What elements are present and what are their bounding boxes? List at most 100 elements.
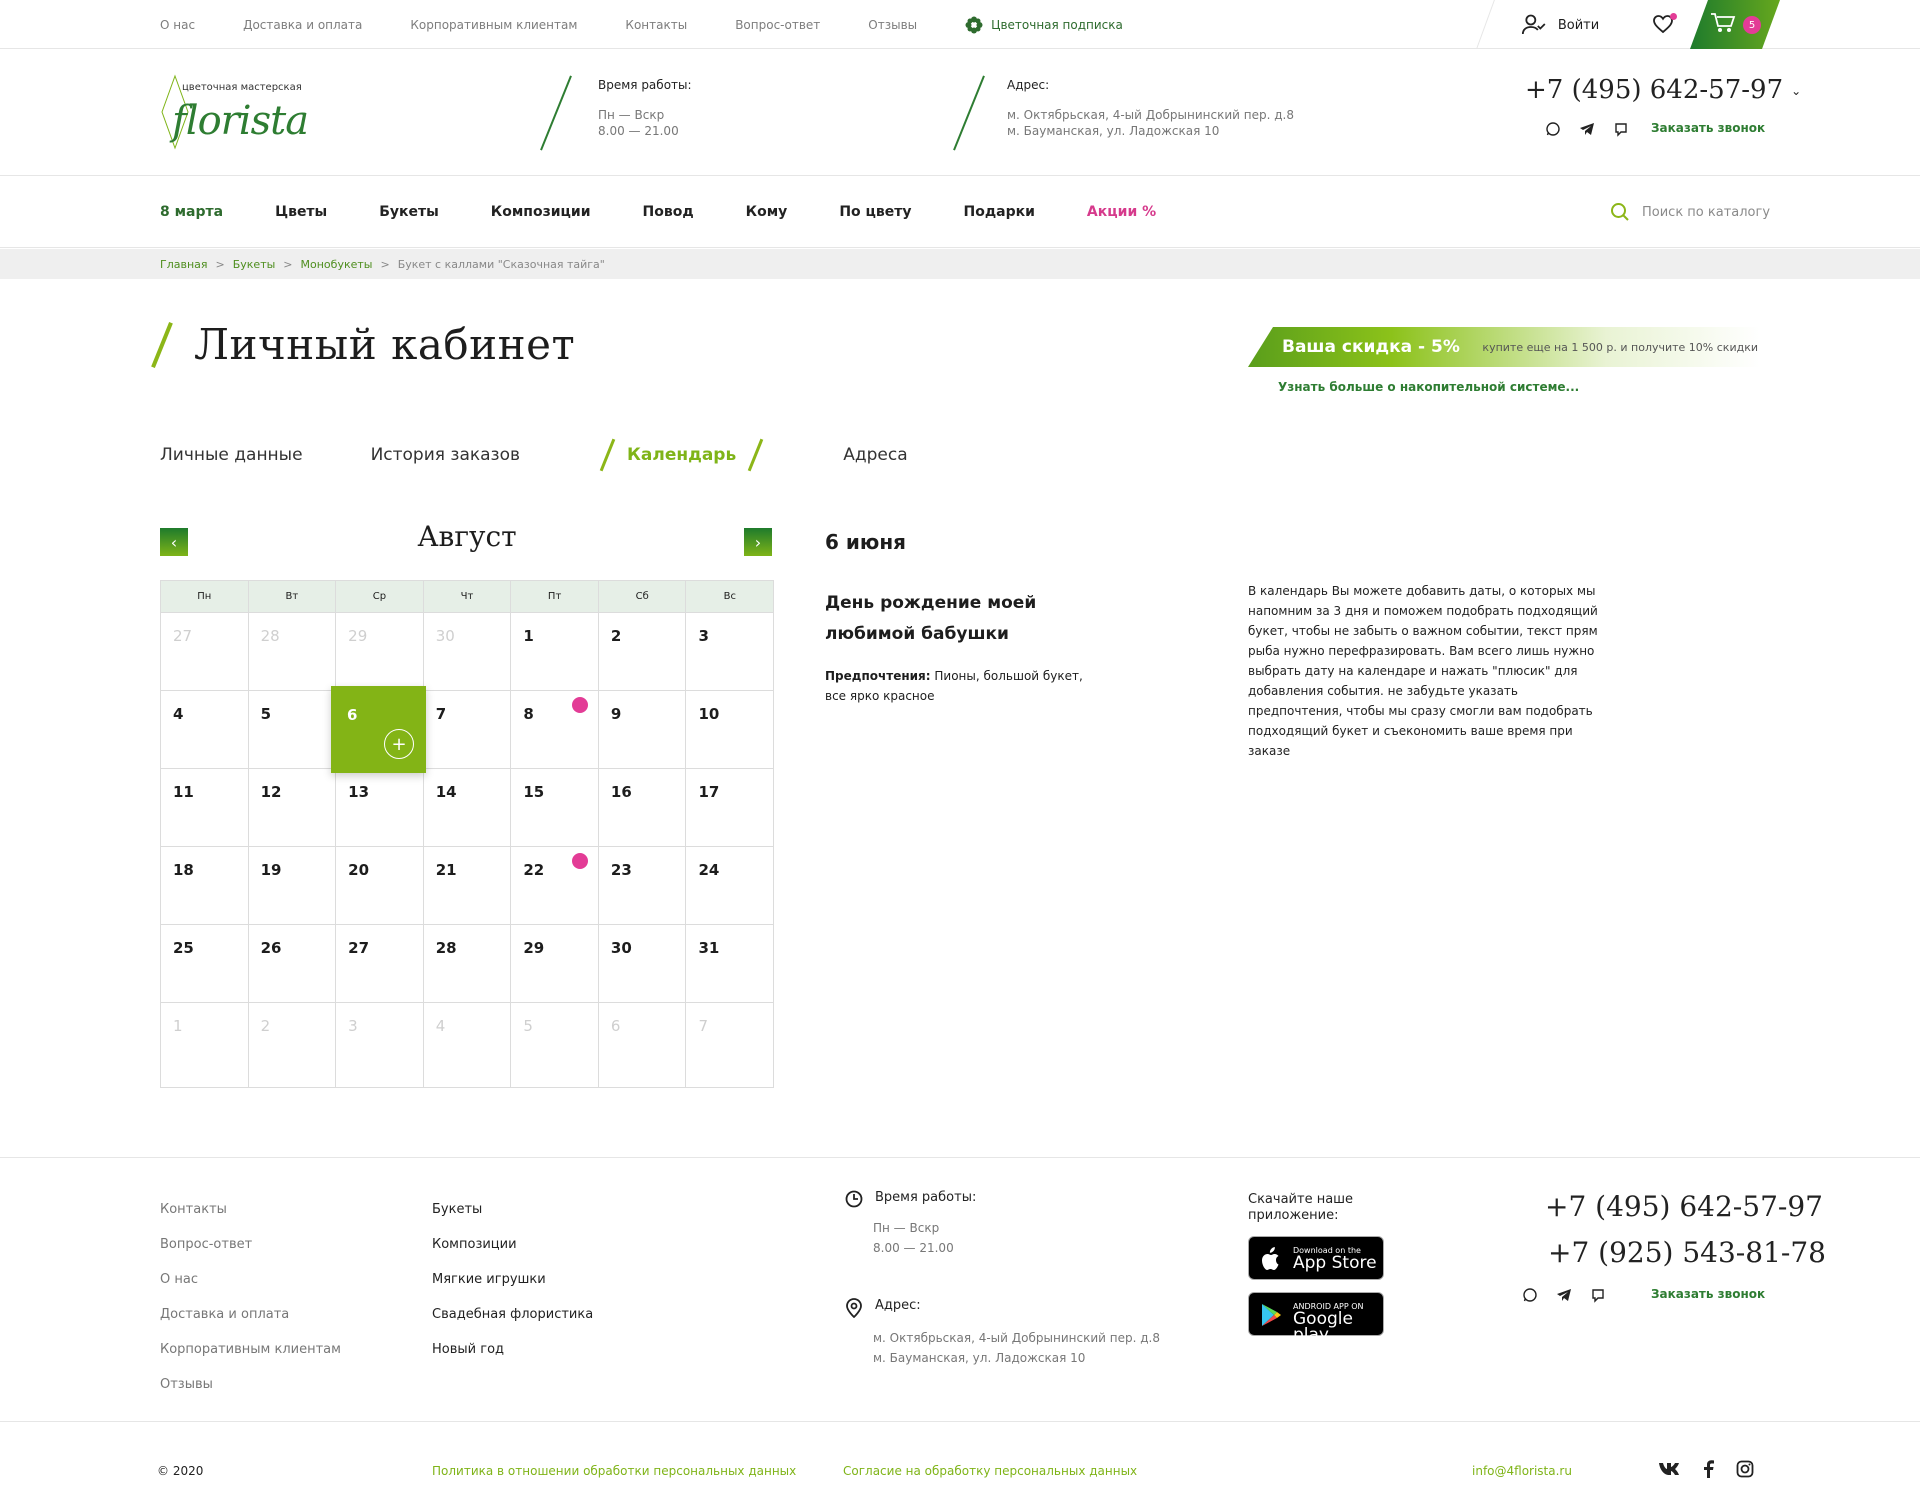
telegram-icon[interactable] [1556, 1287, 1572, 1303]
nav-item-recipient[interactable]: Кому [746, 204, 788, 220]
calendar-day[interactable]: 5 [511, 1003, 599, 1087]
telegram-icon[interactable] [1579, 121, 1595, 137]
breadcrumb-bouquets[interactable]: Букеты [233, 258, 276, 271]
calendar-day[interactable]: 1 [161, 1003, 249, 1087]
calendar-day[interactable]: 16 [599, 769, 687, 846]
nav-item-sales[interactable]: Акции % [1087, 204, 1156, 220]
facebook-icon[interactable] [1702, 1460, 1714, 1478]
vk-icon[interactable] [1658, 1460, 1680, 1476]
nav-item-by-color[interactable]: По цвету [839, 204, 911, 220]
nav-item-bouquets[interactable]: Букеты [379, 204, 439, 220]
nav-item-compositions[interactable]: Композиции [491, 204, 591, 220]
calendar-day[interactable]: 19 [249, 847, 337, 924]
whatsapp-icon[interactable] [1545, 121, 1561, 137]
footer-link[interactable]: Доставка и оплата [160, 1297, 341, 1332]
calendar-day[interactable]: 6 [599, 1003, 687, 1087]
tab-orders[interactable]: История заказов [371, 445, 520, 465]
google-play-button[interactable]: ANDROID APP ON Google play [1248, 1292, 1384, 1344]
calendar-day-with-event[interactable]: 8 [511, 691, 599, 768]
next-month-button[interactable]: › [744, 528, 772, 556]
footer-link[interactable]: Мягкие игрушки [432, 1262, 593, 1297]
consent-link[interactable]: Согласие на обработку персональных данны… [843, 1464, 1137, 1478]
calendar-day[interactable]: 29 [336, 613, 424, 690]
logo[interactable]: цветочная мастерская florista [160, 74, 320, 150]
calendar-day[interactable]: 17 [686, 769, 773, 846]
viber-icon[interactable] [1590, 1287, 1606, 1303]
top-link-reviews[interactable]: Отзывы [868, 18, 917, 32]
breadcrumb-monobouquets[interactable]: Монобукеты [301, 258, 373, 271]
footer-link[interactable]: Свадебная флористика [432, 1297, 593, 1332]
footer-phone-2[interactable]: +7 (925) 543-81-78 [1548, 1236, 1826, 1269]
footer-callback-link[interactable]: Заказать звонок [1651, 1287, 1765, 1301]
add-event-button[interactable]: + [384, 729, 414, 759]
loyalty-link[interactable]: Узнать больше о накопительной системе... [1278, 380, 1579, 394]
calendar-day[interactable]: 23 [599, 847, 687, 924]
footer-link[interactable]: Букеты [432, 1192, 593, 1227]
footer-link[interactable]: Новый год [432, 1332, 593, 1367]
calendar-day[interactable]: 31 [686, 925, 773, 1002]
calendar-day[interactable]: 9 [599, 691, 687, 768]
callback-link[interactable]: Заказать звонок [1651, 121, 1765, 135]
calendar-day[interactable]: 30 [424, 613, 512, 690]
footer-link[interactable]: Корпоративным клиентам [160, 1332, 341, 1367]
favorites-button[interactable] [1652, 13, 1677, 38]
login-area[interactable]: Войти [1476, 0, 1614, 49]
footer-link[interactable]: Контакты [160, 1192, 341, 1227]
calendar-day[interactable]: 13 [336, 769, 424, 846]
tab-addresses[interactable]: Адреса [843, 445, 907, 465]
calendar-day[interactable]: 3 [686, 613, 773, 690]
app-store-button[interactable]: Download on the App Store [1248, 1236, 1384, 1280]
calendar-day[interactable]: 2 [599, 613, 687, 690]
calendar-day[interactable]: 15 [511, 769, 599, 846]
calendar-day[interactable]: 11 [161, 769, 249, 846]
top-link-delivery[interactable]: Доставка и оплата [243, 18, 362, 32]
calendar-day[interactable]: 25 [161, 925, 249, 1002]
nav-item-march8[interactable]: 8 марта [160, 204, 223, 220]
calendar-day[interactable]: 7 [686, 1003, 773, 1087]
calendar-day-selected[interactable]: 6 + [331, 686, 426, 773]
calendar-day[interactable]: 3 [336, 1003, 424, 1087]
calendar-day[interactable]: 2 [249, 1003, 337, 1087]
footer-phone-1[interactable]: +7 (495) 642-57-97 [1545, 1190, 1823, 1223]
tab-personal[interactable]: Личные данные [160, 445, 303, 465]
footer-link[interactable]: Вопрос-ответ [160, 1227, 341, 1262]
top-link-contacts[interactable]: Контакты [625, 18, 687, 32]
instagram-icon[interactable] [1736, 1460, 1754, 1478]
calendar-day[interactable]: 4 [161, 691, 249, 768]
calendar-day[interactable]: 12 [249, 769, 337, 846]
calendar-day[interactable]: 7 [424, 691, 512, 768]
search-input[interactable]: Поиск по каталогу [1610, 202, 1770, 222]
top-link-subscription[interactable]: Цветочная подписка [965, 16, 1123, 34]
footer-link[interactable]: О нас [160, 1262, 341, 1297]
top-link-faq[interactable]: Вопрос-ответ [735, 18, 820, 32]
calendar-day[interactable]: 1 [511, 613, 599, 690]
footer-link[interactable]: Отзывы [160, 1367, 341, 1402]
calendar-day[interactable]: 10 [686, 691, 773, 768]
nav-item-flowers[interactable]: Цветы [275, 204, 327, 220]
calendar-day[interactable]: 4 [424, 1003, 512, 1087]
phone-selector[interactable]: +7 (495) 642-57-97 ⌄ [1525, 75, 1801, 105]
tab-calendar[interactable]: Календарь [588, 438, 775, 472]
footer-link[interactable]: Композиции [432, 1227, 593, 1262]
calendar-day[interactable]: 28 [249, 613, 337, 690]
calendar-day[interactable]: 20 [336, 847, 424, 924]
calendar-day[interactable]: 26 [249, 925, 337, 1002]
privacy-policy-link[interactable]: Политика в отношении обработки персональ… [432, 1464, 796, 1478]
calendar-day[interactable]: 14 [424, 769, 512, 846]
calendar-day[interactable]: 21 [424, 847, 512, 924]
calendar-day[interactable]: 27 [336, 925, 424, 1002]
calendar-day[interactable]: 29 [511, 925, 599, 1002]
calendar-day[interactable]: 28 [424, 925, 512, 1002]
cart-button[interactable] [1710, 12, 1736, 38]
breadcrumb-home[interactable]: Главная [160, 258, 208, 271]
calendar-day[interactable]: 27 [161, 613, 249, 690]
calendar-day[interactable]: 5 [249, 691, 337, 768]
viber-icon[interactable] [1613, 121, 1629, 137]
nav-item-gifts[interactable]: Подарки [964, 204, 1035, 220]
calendar-day[interactable]: 30 [599, 925, 687, 1002]
calendar-day-with-event[interactable]: 22 [511, 847, 599, 924]
top-link-corporate[interactable]: Корпоративным клиентам [410, 18, 577, 32]
email-link[interactable]: info@4florista.ru [1472, 1464, 1572, 1478]
prev-month-button[interactable]: ‹ [160, 528, 188, 556]
nav-item-occasion[interactable]: Повод [643, 204, 694, 220]
